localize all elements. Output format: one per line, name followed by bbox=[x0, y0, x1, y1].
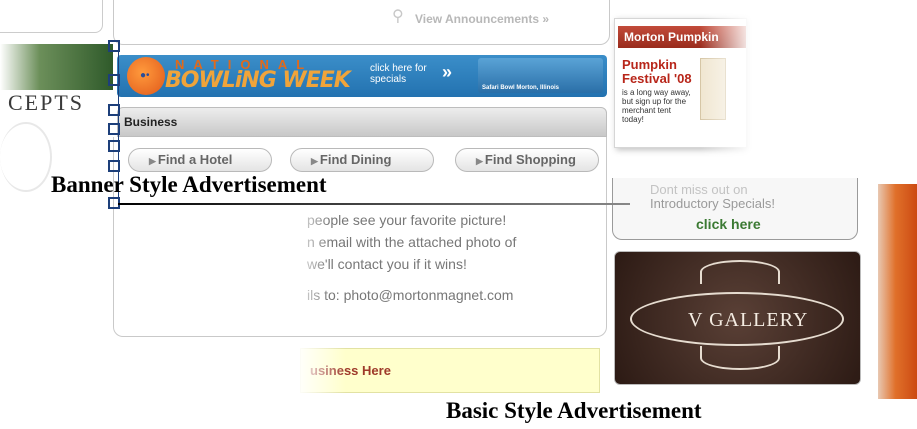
selection-handle[interactable] bbox=[108, 74, 120, 86]
photo-contest-text-3: we'll contact you if it wins! bbox=[307, 256, 467, 272]
banner-style-callout: Banner Style Advertisement bbox=[51, 172, 327, 197]
find-dining-label: Find Dining bbox=[319, 152, 392, 167]
specials-line-2: Introductory Specials! bbox=[650, 196, 776, 211]
selection-handle[interactable] bbox=[108, 140, 120, 152]
right-fade bbox=[700, 0, 760, 160]
triangle-right-icon: ▶ bbox=[311, 156, 318, 166]
specials-click-here-link[interactable]: click here bbox=[696, 216, 761, 232]
photo-contest-text-2: n email with the attached photo of bbox=[307, 234, 517, 250]
banner-bowling-week-text: BOWLiNG WEEK bbox=[165, 68, 351, 93]
banner-safari-caption: Safari Bowl Morton, Illinois bbox=[482, 85, 560, 91]
v-gallery-logo-text: V GALLERY bbox=[688, 309, 809, 331]
left-top-box bbox=[0, 0, 103, 33]
find-dining-button[interactable]: ▶ Find Dining bbox=[290, 148, 434, 172]
banner-click-here-text[interactable]: click here for specials bbox=[370, 63, 430, 85]
photo-contest-text-1: people see your favorite picture! bbox=[307, 212, 507, 228]
selection-handle[interactable] bbox=[108, 160, 120, 172]
left-swirl-decoration bbox=[0, 122, 52, 192]
triangle-right-icon: ▶ bbox=[476, 156, 483, 166]
gallery-ornament-bottom bbox=[700, 346, 780, 370]
find-shopping-button[interactable]: ▶ Find Shopping bbox=[455, 148, 599, 172]
basic-ad-fade bbox=[296, 344, 346, 398]
business-section-title: Business bbox=[124, 115, 178, 129]
triangle-right-icon: ▶ bbox=[149, 156, 156, 166]
pumpkin-festival-body: is a long way away, but sign up for the … bbox=[622, 88, 691, 124]
find-hotel-button[interactable]: ▶ Find a Hotel bbox=[128, 148, 272, 172]
photo-contest-email: ils to: photo@mortonmagnet.com bbox=[307, 287, 514, 303]
left-logo-band bbox=[0, 44, 113, 90]
find-shopping-label: Find Shopping bbox=[484, 152, 576, 167]
gallery-ornament-top bbox=[700, 260, 780, 284]
orange-side-strip bbox=[878, 184, 917, 399]
specials-line-1: Dont miss out on bbox=[650, 182, 748, 197]
callout-connector-line bbox=[118, 203, 630, 205]
concepts-logo-text: CEPTS bbox=[8, 90, 85, 115]
business-section-header bbox=[117, 107, 607, 137]
selection-handle[interactable] bbox=[108, 104, 120, 116]
view-announcements-link[interactable]: View Announcements » bbox=[415, 12, 549, 26]
search-icon: ⚲ bbox=[392, 8, 404, 25]
selection-handle[interactable] bbox=[108, 40, 120, 52]
pumpkin-festival-title: Pumpkin Festival '08 bbox=[622, 57, 692, 86]
banner-arrow-icon: » bbox=[442, 62, 453, 82]
selection-handle[interactable] bbox=[108, 123, 120, 135]
find-hotel-label: Find a Hotel bbox=[157, 152, 233, 167]
photo-text-fade bbox=[290, 200, 330, 310]
basic-style-callout: Basic Style Advertisement bbox=[446, 398, 702, 423]
bowling-ball-holes: ●• bbox=[140, 70, 150, 81]
